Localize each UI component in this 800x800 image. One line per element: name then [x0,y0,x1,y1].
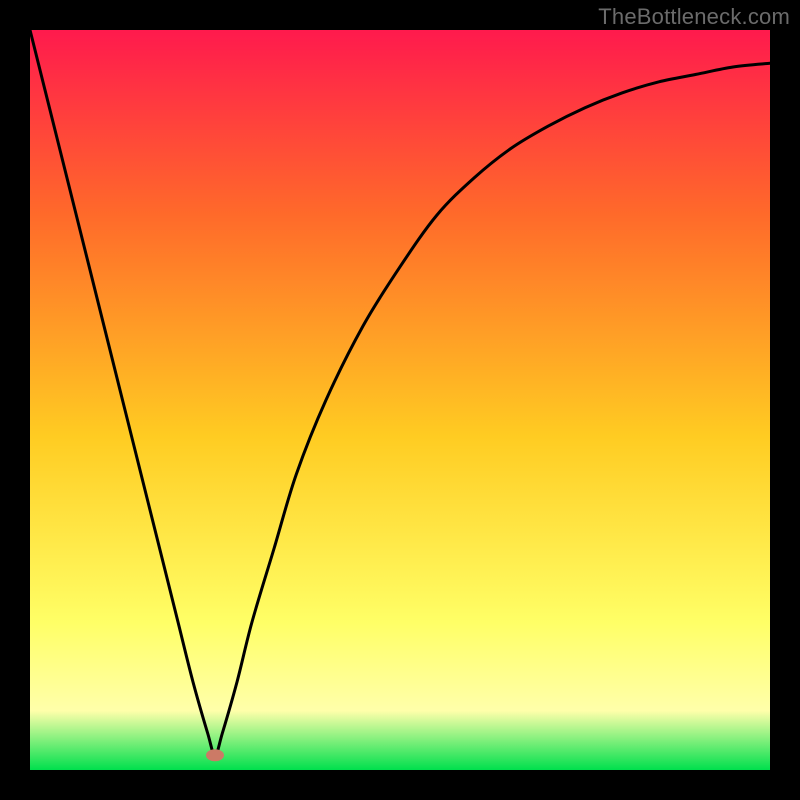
chart-plot [30,30,770,770]
gradient-background [30,30,770,770]
watermark-text: TheBottleneck.com [598,4,790,30]
chart-frame: TheBottleneck.com [0,0,800,800]
minimum-marker [206,749,224,761]
